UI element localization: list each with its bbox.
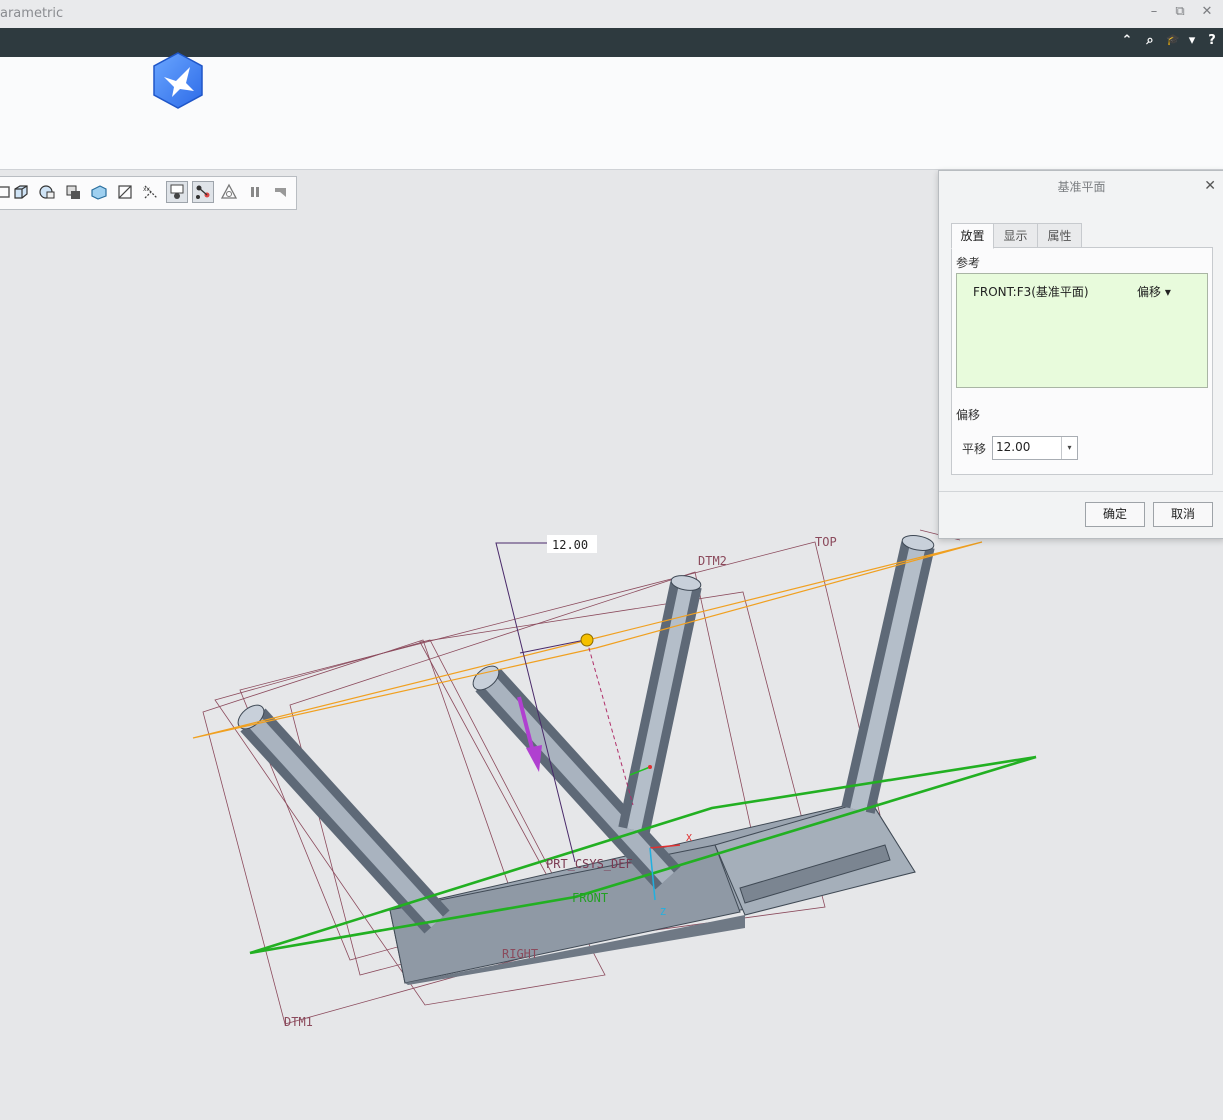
cylinder-left: [237, 704, 450, 934]
x-axis-label: X: [686, 833, 692, 844]
collapse-ribbon-icon[interactable]: ⌃: [1118, 33, 1136, 48]
z-axis-label: Z: [660, 907, 666, 918]
datum-label-dtm2: DTM2: [698, 554, 727, 568]
offset-dimension-label[interactable]: 12.00: [552, 538, 588, 552]
offset-section-label: 偏移: [956, 408, 981, 422]
cylinder-right: [841, 535, 935, 814]
close-icon[interactable]: ✕: [1204, 178, 1216, 194]
dialog-separator: [939, 491, 1223, 492]
datum-label-top: TOP: [815, 535, 837, 549]
placement-panel: 参考 FRONT:F3(基准平面) 偏移 ▾ 偏移 平移 12.00 ▾: [951, 247, 1213, 475]
tab-display[interactable]: 显示: [993, 223, 1038, 249]
references-collector[interactable]: FRONT:F3(基准平面) 偏移 ▾: [956, 273, 1208, 388]
chevron-down-icon[interactable]: ▾: [1061, 437, 1077, 459]
translation-value[interactable]: 12.00: [996, 440, 1030, 454]
learning-connector-icon[interactable]: 🎓: [1164, 33, 1182, 46]
datum-label-right: RIGHT: [502, 947, 538, 961]
restore-button[interactable]: ⧉: [1170, 4, 1190, 19]
references-label: 参考: [956, 256, 981, 270]
datum-label-dtm1: DTM1: [284, 1015, 313, 1029]
constraint-type-dropdown[interactable]: 偏移 ▾: [1137, 283, 1171, 300]
window-title: arametric: [0, 6, 64, 21]
search-icon[interactable]: ⌕: [1141, 33, 1159, 48]
translation-value-field[interactable]: 12.00 ▾: [992, 436, 1078, 460]
chevron-down-icon[interactable]: ▾: [1183, 33, 1201, 48]
title-bar: arametric – ⧉ ✕: [0, 0, 1223, 29]
datum-label-front: FRONT: [572, 891, 608, 905]
dialog-title: 基准平面: [1057, 180, 1106, 194]
datum-plane-dialog: 基准平面 ✕ 放置 显示 属性 参考 FRONT:F3(基准平面) 偏移 ▾ 偏…: [938, 170, 1223, 539]
cylinder-center-right: [618, 575, 702, 834]
ok-button[interactable]: 确定: [1085, 502, 1145, 527]
tab-properties[interactable]: 属性: [1037, 223, 1082, 249]
minimize-button[interactable]: –: [1144, 4, 1164, 19]
drag-handle[interactable]: [580, 633, 594, 647]
bird-logo-icon: [153, 52, 203, 109]
cancel-button[interactable]: 取消: [1153, 502, 1213, 527]
reference-item-name[interactable]: FRONT:F3(基准平面): [973, 283, 1089, 300]
close-window-button[interactable]: ✕: [1197, 4, 1217, 19]
help-icon[interactable]: ?: [1203, 33, 1221, 48]
translation-label: 平移: [962, 442, 987, 456]
tab-placement[interactable]: 放置: [951, 223, 994, 249]
csys-label: PRT_CSYS_DEF: [546, 857, 633, 871]
